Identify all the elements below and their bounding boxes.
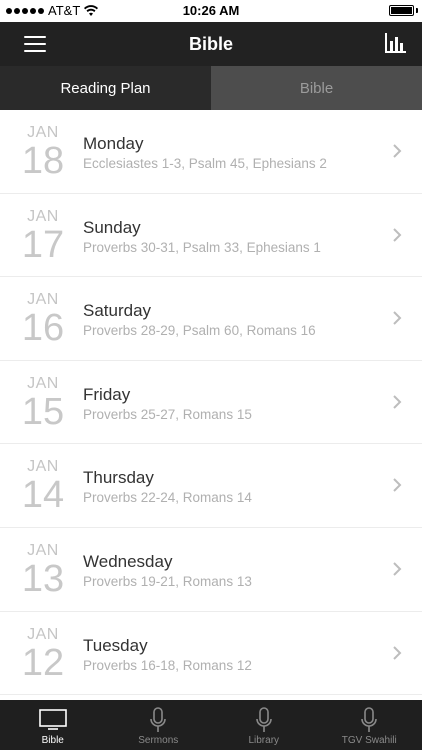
chevron-right-icon [393,395,402,409]
date-day: 16 [21,307,65,350]
battery-icon [389,5,414,16]
battery-tip [416,8,418,13]
chevron-right-icon [393,144,402,158]
list-item[interactable]: JAN 18 Monday Ecclesiastes 1-3, Psalm 45… [0,110,422,194]
tab-sermons[interactable]: Sermons [106,700,212,750]
passages-label: Proverbs 19-21, Romans 13 [83,573,252,589]
chevron-right-icon [393,311,402,325]
weekday-label: Sunday [83,217,141,237]
microphone-icon [150,707,167,732]
weekday-label: Wednesday [83,551,173,571]
tab-bar: Bible Sermons Library TGV Swahili [0,700,422,750]
weekday-label: Saturday [83,301,152,321]
tab-bible-bottom[interactable]: Bible [0,700,106,750]
passages-label: Proverbs 22-24, Romans 14 [83,490,252,506]
tab-tgv-swahili[interactable]: TGV Swahili [317,700,422,750]
chevron-right-icon [393,227,402,242]
list-item[interactable]: JAN 15 Friday Proverbs 25-27, Romans 15 [0,360,422,445]
chevron-right-icon [393,645,402,660]
tab-label: TGV Swahili [341,735,397,746]
reading-list: JAN 18 Monday Ecclesiastes 1-3, Psalm 45… [0,110,422,696]
date-day: 18 [21,140,65,182]
page-title: Bible [188,34,233,54]
tab-bible[interactable]: Bible [211,66,422,110]
tv-icon [38,709,67,730]
date-day: 13 [21,557,65,600]
passages-label: Ecclesiastes 1-3, Psalm 45, Ephesians 2 [83,156,327,171]
list-item[interactable]: JAN 16 Saturday Proverbs 28-29, Psalm 60… [0,277,422,361]
passages-label: Proverbs 16-18, Romans 12 [83,657,252,673]
list-item[interactable]: JAN 13 Wednesday Proverbs 19-21, Romans … [0,527,422,612]
passages-label: Proverbs 28-29, Psalm 60, Romans 16 [83,323,316,339]
nav-bar: Bible [0,22,422,66]
weekday-label: Tuesday [83,635,148,655]
tab-library[interactable]: Library [211,700,317,750]
weekday-label: Monday [83,134,144,153]
passages-label: Proverbs 30-31, Psalm 33, Ephesians 1 [83,239,321,255]
tab-label: Bible [41,735,64,746]
list-item[interactable]: JAN 17 Sunday Proverbs 30-31, Psalm 33, … [0,193,422,278]
date-day: 14 [21,474,65,517]
chevron-right-icon [393,562,402,576]
bar-chart-icon[interactable] [384,33,406,53]
status-bar: AT&T 10:26 AM [0,0,422,22]
date-day: 15 [21,390,65,433]
date-day: 17 [21,223,65,266]
tab-reading-plan[interactable]: Reading Plan [0,66,211,110]
weekday-label: Friday [83,384,131,404]
tab-label: Library [248,735,280,746]
microphone-icon [255,707,272,732]
list-item[interactable]: JAN 12 Tuesday Proverbs 16-18, Romans 12 [0,611,422,696]
segmented-control: Reading Plan Bible [0,66,422,110]
date-day: 12 [21,641,65,684]
passages-label: Proverbs 25-27, Romans 15 [83,406,252,422]
microphone-icon [361,707,378,732]
tab-label: Sermons [138,735,179,746]
status-time: 10:26 AM [182,3,240,18]
list-item[interactable]: JAN 14 Thursday Proverbs 22-24, Romans 1… [0,444,422,528]
weekday-label: Thursday [83,468,154,488]
chevron-right-icon [393,478,402,493]
